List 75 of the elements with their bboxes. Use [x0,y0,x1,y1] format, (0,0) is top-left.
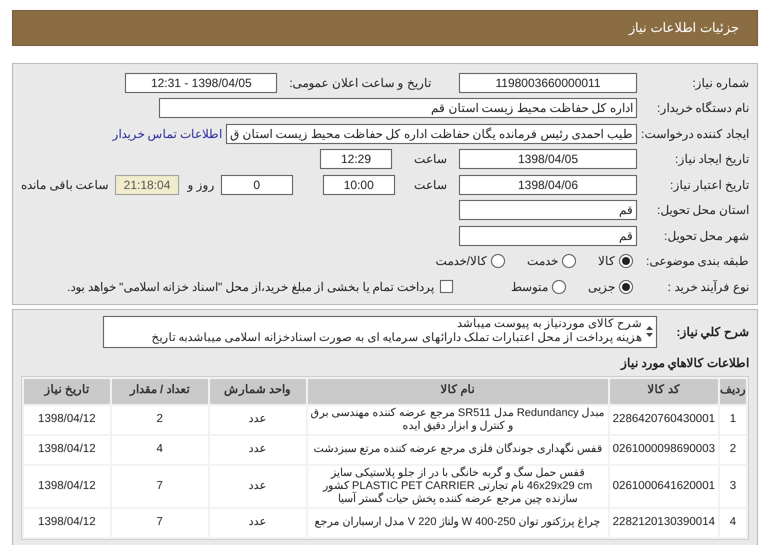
table-cell: 4 [720,508,746,536]
table-cell: 1398/04/12 [24,406,110,434]
table-cell: عدد [210,436,306,464]
countdown-field: 21:18:04 [114,174,180,195]
radio-option[interactable]: کالا/خدمت [436,252,505,270]
table-cell: قفس نگهداری جوندگان فلزی مرجع عرضه کننده مرتع سبزدشت [308,436,608,464]
description-line: هزینه پرداخت از محل اعتبارات تملک دارائهای سرمایه ای به صورت اسنادخزانه اسلامی میباشدبه تاریخ [151,330,642,344]
table-cell: چراغ پرژکتور توان 250-400 W ولتاژ 220 V مدل ارسباران مرجع [308,508,608,536]
table-cell: 0261000641620001 [610,466,718,506]
table-cell: 3 [720,466,746,506]
field-label: شهر محل تحویل: [662,228,749,245]
field-label: ایجاد کننده درخواست: [640,126,749,143]
column-header: تعداد / مقدار [112,378,208,404]
text-field[interactable]: اداره کل حفاظت محیط زیست استان قم [159,98,637,118]
field-label: طبقه بندی موضوعی: [644,253,749,270]
text-field[interactable]: 10:00 [322,174,395,195]
table-cell: 1398/04/12 [24,466,110,506]
field-label: پرداخت تمام یا بخشی از مبلغ خرید،از محل "اسناد خزانه اسلامی" خواهد بود. [67,278,434,296]
text-field[interactable]: طیب احمدی رئیس فرمانده یگان حفاظت اداره کل حفاظت محیط زیست استان ق [226,124,637,144]
field-label: نوع فرآیند خرید : [666,278,749,296]
text-field[interactable]: 1398/04/05 [459,149,637,170]
field-label: شماره نیاز: [691,74,749,92]
field-label: ساعت [413,176,447,194]
column-header: تاریخ نیاز [24,378,110,404]
field-label: تاریخ ایجاد نیاز: [674,151,749,168]
table-cell: عدد [210,508,306,536]
radio-button[interactable] [619,254,633,268]
description-field[interactable]: شرح کالای موردنیاز به پیوست میباشد هزینه پرداخت از محل اعتبارات تملک دارائهای سرمایه ای به صورت اسنادخزانه اسلامی میباشدبه تاریخ [103,316,657,348]
table-cell: مبدل Redundancy مدل SR511 مرجع عرضه کننده مهندسی برق و کنترل و ابزار دقیق ایده [308,406,608,434]
checkbox[interactable] [440,280,453,294]
radio-option[interactable]: کالا [598,252,633,270]
table-cell: 7 [112,508,208,536]
radio-button[interactable] [552,280,566,294]
column-header: ردیف [720,378,746,404]
table-cell: 2286420760430001 [610,406,718,434]
description-line: شرح کالای موردنیاز به پیوست میباشد [456,316,642,330]
table-cell: 0261000098690003 [610,436,718,464]
field-label: تاریخ اعتبار نیاز: [668,176,749,194]
table-cell: 2 [720,436,746,464]
text-field[interactable]: 0 [220,174,293,195]
table-cell: 2282120130390014 [610,508,718,536]
text-field[interactable]: قم [459,226,637,246]
field-label: تاریخ و ساعت اعلان عمومی: [289,74,431,92]
header-title: جزئیات اطلاعات نیاز [628,19,739,38]
table-cell: عدد [210,406,306,434]
table-cell: عدد [210,466,306,506]
text-field[interactable]: 1198003660000011 [459,72,637,93]
table-cell: 1398/04/12 [24,436,110,464]
column-header: نام کالا [308,378,608,404]
text-field[interactable]: 1398/04/06 [459,174,637,195]
text-field[interactable]: قم [459,200,637,220]
text-field[interactable]: 12:29 [320,149,392,170]
table-cell: 1398/04/12 [24,508,110,536]
table-cell: قفس حمل سگ و گربه خانگی با در از جلو پلاستیکی سایز 46x29x29 cm نام تجارتی PLASTIC PET CARRIER کشور سازنده چین مرجع عرضه کننده پخش حیات گستر آسیا [308,466,608,506]
contact-link[interactable]: اطلاعات تماس خریدار [112,124,222,143]
field-label: ساعت باقی مانده [21,176,109,194]
table-cell: 2 [112,406,208,434]
table-cell: 4 [112,436,208,464]
field-label: روز و [187,176,215,194]
table-cell: 1 [720,406,746,434]
table-cell: 7 [112,466,208,506]
column-header: واحد شمارش [210,378,306,404]
radio-option[interactable]: متوسط [511,278,566,296]
radio-option[interactable]: جزیی [588,278,633,296]
text-field[interactable]: 1398/04/05 - 12:31 [125,72,278,93]
column-header: کد کالا [610,378,718,404]
field-label: نام دستگاه خریدار: [656,100,749,118]
radio-button[interactable] [491,254,505,268]
field-label: شرح کلي نياز: [675,324,749,340]
radio-option[interactable]: خدمت [527,252,576,270]
radio-button[interactable] [562,254,576,268]
radio-button[interactable] [619,280,633,294]
field-label: استان محل تحویل: [656,202,749,220]
field-label: ساعت [413,151,447,168]
section-title: اطلاعات کالاهاي مورد نياز [619,354,749,372]
